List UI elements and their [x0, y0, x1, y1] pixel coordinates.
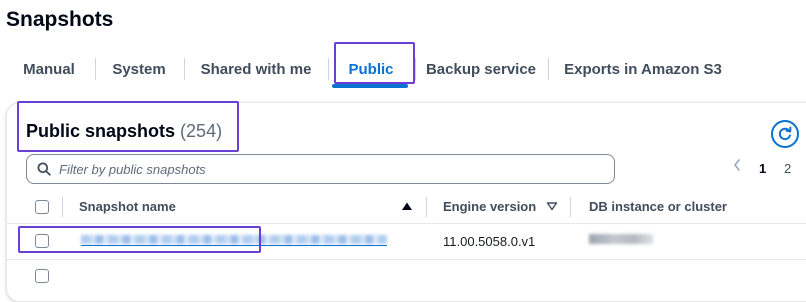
- refresh-button[interactable]: [771, 120, 799, 148]
- sort-unsorted-icon[interactable]: [546, 201, 558, 211]
- column-header-snapshot-name[interactable]: Snapshot name: [79, 199, 176, 214]
- pagination-page-2[interactable]: 2: [784, 161, 791, 176]
- pagination-page-1[interactable]: 1: [759, 161, 766, 176]
- page-title: Snapshots: [6, 8, 114, 31]
- table-row-divider: [7, 259, 806, 260]
- tab-shared-with-me[interactable]: Shared with me: [192, 52, 320, 86]
- tab-manual[interactable]: Manual: [14, 52, 84, 86]
- tab-public-highlight-box: [334, 42, 415, 84]
- column-divider: [426, 197, 427, 217]
- tab-system[interactable]: System: [104, 52, 174, 86]
- tab-divider: [415, 58, 416, 80]
- table-header-divider: [7, 223, 806, 224]
- refresh-icon: [778, 126, 792, 141]
- column-divider: [62, 197, 63, 217]
- chevron-left-icon: [734, 159, 740, 171]
- tab-divider: [95, 58, 96, 80]
- public-snapshots-panel: Public snapshots (254) 1 2 Snapshot name…: [6, 101, 806, 302]
- sort-ascending-icon[interactable]: [401, 201, 413, 211]
- tab-divider: [184, 58, 185, 80]
- column-header-db-instance[interactable]: DB instance or cluster: [589, 199, 727, 214]
- redacted-db-instance: [589, 234, 653, 244]
- engine-version-cell: 11.00.5058.0.v1: [443, 234, 536, 249]
- panel-title-highlight-box: [17, 101, 239, 152]
- tab-bar: Manual System Shared with me Public Back…: [0, 42, 806, 90]
- row-checkbox[interactable]: [35, 269, 49, 283]
- search-input[interactable]: [59, 161, 599, 177]
- column-header-engine-version[interactable]: Engine version: [443, 199, 536, 214]
- tab-public-underline: [332, 84, 408, 88]
- row-highlight-box: [18, 226, 261, 253]
- tab-backup-service[interactable]: Backup service: [423, 52, 539, 86]
- select-all-checkbox[interactable]: [35, 200, 49, 214]
- search-icon: [37, 162, 51, 176]
- pagination-prev-button[interactable]: [732, 158, 742, 177]
- tab-divider: [328, 58, 329, 80]
- tab-divider: [548, 58, 549, 80]
- tab-exports-s3[interactable]: Exports in Amazon S3: [558, 52, 728, 86]
- column-divider: [570, 197, 571, 217]
- search-field[interactable]: [26, 154, 615, 184]
